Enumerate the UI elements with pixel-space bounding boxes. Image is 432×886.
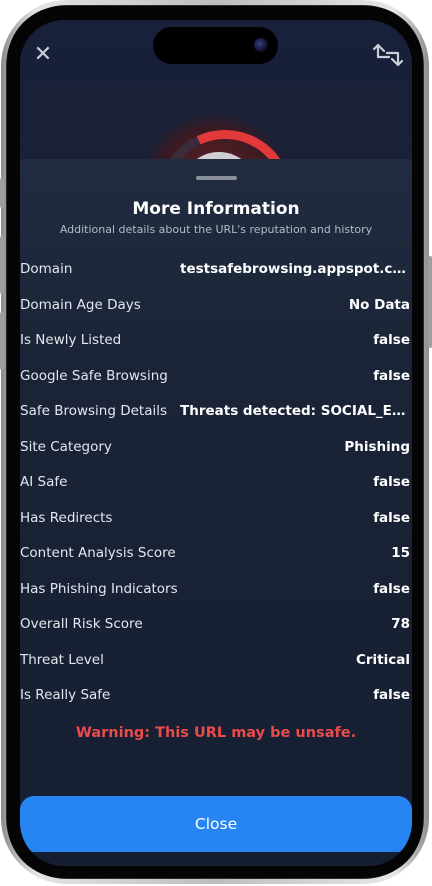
- info-value: false: [373, 332, 410, 348]
- info-label: AI Safe: [20, 474, 68, 490]
- close-icon[interactable]: ✕: [32, 44, 54, 66]
- volume-up-button: [0, 236, 4, 294]
- sheet-title: More Information: [132, 199, 300, 219]
- swap-icon[interactable]: [372, 41, 404, 69]
- info-row-safe-browsing-details: Safe Browsing Details Threats detected: …: [20, 397, 412, 433]
- info-row-site-category: Site Category Phishing: [20, 433, 412, 469]
- front-camera: [254, 38, 268, 52]
- info-value: false: [373, 474, 410, 490]
- info-value: 15: [391, 545, 410, 561]
- dynamic-island: [153, 27, 278, 64]
- sheet-subtitle: Additional details about the URL's reput…: [59, 223, 373, 236]
- info-row-domain-age: Domain Age Days No Data: [20, 291, 412, 327]
- info-value: testsafebrowsing.appspot.com: [180, 261, 410, 277]
- action-button: [0, 178, 4, 208]
- info-label: Has Phishing Indicators: [20, 580, 178, 597]
- info-value: 78: [391, 616, 410, 632]
- more-info-sheet: More Information Additional details abou…: [20, 159, 412, 866]
- info-label: Is Newly Listed: [20, 332, 122, 348]
- info-row-domain: Domain testsafebrowsing.appspot.com: [20, 255, 412, 291]
- info-label: Domain: [20, 261, 73, 277]
- info-label: Overall Risk Score: [20, 616, 143, 632]
- info-row-newly-listed: Is Newly Listed false: [20, 326, 412, 362]
- info-label: Safe Browsing Details: [20, 403, 168, 419]
- info-label: Has Redirects: [20, 509, 113, 526]
- info-label: Is Really Safe: [20, 687, 111, 703]
- info-label: Site Category: [20, 438, 112, 455]
- info-row-has-redirects: Has Redirects false: [20, 504, 412, 540]
- info-row-phishing-indicators: Has Phishing Indicators false: [20, 575, 412, 611]
- info-value: Critical: [355, 651, 410, 668]
- close-button[interactable]: Close: [20, 796, 412, 852]
- info-row-really-safe: Is Really Safe false: [20, 681, 412, 717]
- info-label: Google Safe Browsing: [20, 367, 168, 384]
- app-screen: ✕ More Information Additional details ab…: [20, 20, 412, 866]
- info-value: false: [373, 367, 410, 384]
- info-label: Threat Level: [20, 651, 104, 668]
- info-row-google-safe-browsing: Google Safe Browsing false: [20, 362, 412, 398]
- power-button: [428, 256, 432, 348]
- info-label: Content Analysis Score: [20, 545, 176, 561]
- info-value: No Data: [348, 296, 410, 313]
- info-value: false: [373, 509, 410, 526]
- info-row-ai-safe: AI Safe false: [20, 468, 412, 504]
- info-list: Domain testsafebrowsing.appspot.com Doma…: [20, 255, 412, 717]
- unsafe-warning: Warning: This URL may be unsafe.: [75, 725, 357, 741]
- info-value: Threats detected: SOCIAL_ENG...: [180, 403, 410, 419]
- info-row-content-analysis-score: Content Analysis Score 15: [20, 539, 412, 575]
- info-row-overall-risk-score: Overall Risk Score 78: [20, 610, 412, 646]
- info-value: false: [373, 580, 410, 597]
- volume-down-button: [0, 312, 4, 370]
- sheet-drag-handle[interactable]: [196, 176, 237, 180]
- info-label: Domain Age Days: [20, 296, 141, 313]
- info-value: Phishing: [344, 438, 410, 455]
- info-value: false: [373, 687, 410, 703]
- info-row-threat-level: Threat Level Critical: [20, 646, 412, 682]
